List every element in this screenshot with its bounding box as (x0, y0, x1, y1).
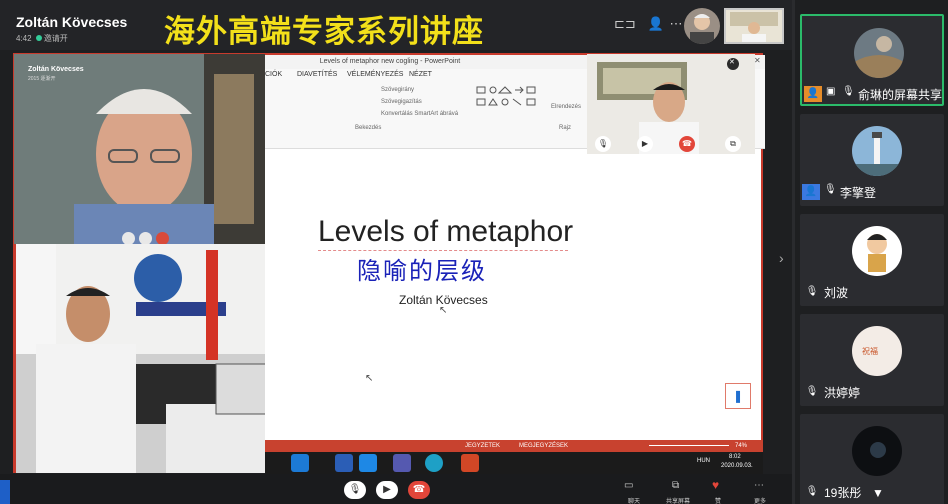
screen-share-icon: ▣ (826, 86, 836, 97)
camera-icon[interactable]: ▶ (637, 136, 653, 152)
participant-tile[interactable]: 🎙 刘波 (800, 214, 944, 306)
muted-mic-icon: 🎙 (805, 486, 819, 497)
video-speaker-second[interactable] (14, 244, 265, 473)
top-bar: Zoltán Kövecses 4:42 邀请开 海外高端专家系列讲座 ⊏⊐ 👤… (0, 0, 792, 50)
ribbon-item[interactable]: Szövegigazítás (381, 99, 422, 105)
participant-name: 刘波 (824, 286, 849, 300)
chat-label[interactable]: 聊天 (620, 496, 648, 504)
ribbon-group-label: Rajz (559, 125, 572, 131)
speaker-video-icon (14, 54, 265, 244)
camera-button[interactable]: ▶ (376, 481, 398, 499)
video-overlay[interactable]: ✕ 🎙 ▶ ☎ ⧉ (587, 54, 755, 154)
slide-subtitle: 隐喻的层级 (357, 257, 487, 285)
participant-name: 俞琳的屏幕共享 (858, 88, 943, 102)
avatar (854, 28, 904, 78)
avatar: 祝福 (852, 326, 902, 376)
zoom-level: 74% (735, 443, 748, 449)
more-label[interactable]: 更多 (746, 496, 774, 504)
participant-tile[interactable]: 👤 🎙 李擎登 (800, 114, 944, 206)
avatar[interactable] (684, 8, 720, 44)
person-icon: 👤 (802, 184, 820, 200)
mic-button[interactable]: 🎙 (344, 481, 366, 499)
person-icon: 👤 (804, 86, 822, 102)
avatar (852, 126, 902, 176)
participant-name: 李擎登 (840, 186, 877, 200)
scroll-down-icon[interactable]: ▼ (872, 486, 884, 500)
mic-button[interactable] (122, 232, 135, 244)
lang-indicator[interactable]: HUN (697, 458, 710, 464)
powerpoint-icon[interactable] (461, 454, 479, 472)
ribbon-item[interactable]: Konvertálás SmartArt ábrává (381, 111, 458, 117)
comments-button[interactable]: MEGJEGYZÉSEK (519, 443, 568, 449)
close-icon[interactable]: ✕ (729, 58, 735, 66)
avatar (852, 226, 902, 276)
muted-mic-icon: 🎙 (805, 386, 819, 397)
banner-title: 海外高端专家系列讲座 (164, 14, 484, 50)
tab-ciok[interactable]: CIÓK (265, 71, 282, 78)
participant-name: 19张彤 (824, 486, 862, 500)
clock-date[interactable]: 2020.09.03. (721, 463, 753, 469)
participant-tile[interactable]: 👤 ▣ 🎙 俞琳的屏幕共享 (800, 14, 944, 106)
participant-tile[interactable]: 祝福 🎙 洪婷婷 (800, 314, 944, 406)
windows-taskbar: HUN 8:02 2020.09.03. (265, 452, 763, 474)
bottom-toolbar: 🎙 ▶ ☎ ▭ 聊天 ⧉ 共享屏幕 ♥ 赞 ⋯ 更多 (0, 474, 792, 504)
share-label[interactable]: 共享屏幕 (664, 496, 692, 504)
tab-nezet[interactable]: NÉZET (409, 71, 432, 78)
meeting-window: Zoltán Kövecses 4:42 邀请开 海外高端专家系列讲座 ⊏⊐ 👤… (0, 0, 948, 504)
video-speaker-main[interactable]: Zoltán Kövecses 2015 逐渐开 (14, 54, 265, 244)
edge-icon[interactable] (425, 454, 443, 472)
svg-text:祝福: 祝福 (862, 346, 878, 356)
clock-time[interactable]: 8:02 (729, 454, 741, 460)
teams-icon[interactable] (393, 454, 411, 472)
skype-icon[interactable] (291, 454, 309, 472)
hangup-button[interactable]: ☎ (408, 481, 430, 499)
switch-icon[interactable]: ⧉ (725, 136, 741, 152)
zoom-slider[interactable] (649, 445, 729, 446)
host-name: Zoltán Kövecses (16, 14, 128, 30)
hangup-icon[interactable]: ☎ (679, 136, 695, 152)
layout-icon[interactable]: ⊏⊐ (614, 14, 636, 34)
ribbon-item[interactable]: Szövegirány (381, 87, 414, 93)
avatar (852, 426, 902, 476)
heart-icon[interactable]: ♥ (712, 478, 719, 492)
camera-button[interactable] (139, 232, 152, 244)
more-icon[interactable]: ⋯ (666, 14, 686, 34)
participant-name: 洪婷婷 (824, 386, 861, 400)
next-page-icon[interactable]: › (779, 250, 784, 266)
room-video-icon (16, 244, 265, 473)
slide-title: Levels of metaphor (318, 215, 574, 248)
close-icon[interactable]: ✕ (754, 56, 761, 65)
chat-icon[interactable]: ▭ (624, 480, 633, 491)
ppt-status-bar: JEGYZETEK MEGJEGYZÉSEK 74% (265, 440, 763, 452)
app-icon[interactable] (359, 454, 377, 472)
share-icon[interactable]: ⧉ (672, 480, 679, 491)
host-time: 4:42 邀请开 (16, 34, 68, 43)
mic-icon: 🎙 (842, 86, 855, 97)
tab-velemenyezes[interactable]: VÉLEMÉNYEZÉS (347, 71, 403, 78)
muted-mic-icon: 🎙 (805, 286, 819, 297)
edge-accent (0, 480, 10, 504)
video-sub: 2015 逐渐开 (28, 76, 56, 82)
word-icon[interactable] (335, 454, 353, 472)
speaker-thumbnail[interactable] (724, 8, 784, 44)
cursor-icon: ↖ (365, 373, 374, 384)
shapes-gallery-icon[interactable] (475, 83, 555, 123)
bookmark-icon[interactable]: ❚ (725, 383, 751, 409)
more-icon[interactable]: ⋯ (754, 480, 764, 491)
add-user-icon[interactable]: 👤 (646, 14, 666, 34)
ribbon-item[interactable]: Elrendezés (551, 104, 581, 110)
muted-mic-icon: 🎙 (824, 184, 837, 195)
hangup-button[interactable] (156, 232, 169, 244)
cursor-icon: ↖ (439, 305, 448, 316)
tab-diavetites[interactable]: DIAVETÍTÉS (297, 71, 337, 78)
mic-icon[interactable]: 🎙 (595, 136, 611, 152)
notes-button[interactable]: JEGYZETEK (465, 443, 500, 449)
video-name: Zoltán Kövecses (28, 66, 84, 73)
ribbon-group-label: Bekezdés (355, 125, 382, 131)
like-label[interactable]: 赞 (704, 496, 732, 504)
